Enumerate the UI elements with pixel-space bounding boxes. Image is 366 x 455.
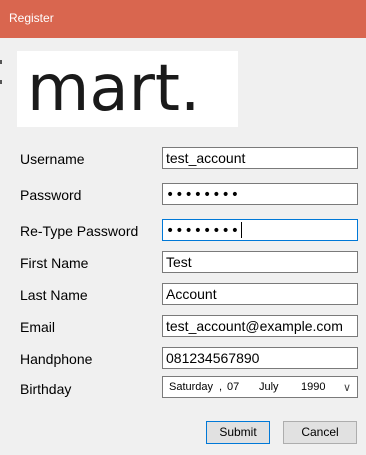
password-value: •••••••• bbox=[166, 187, 241, 203]
title-bar[interactable]: Register bbox=[0, 0, 366, 38]
handphone-field[interactable]: 081234567890 bbox=[162, 347, 358, 369]
retype-password-field[interactable]: •••••••• bbox=[162, 219, 358, 241]
password-field[interactable]: •••••••• bbox=[162, 183, 358, 205]
submit-button[interactable]: Submit bbox=[206, 421, 270, 444]
email-field[interactable]: test_account@example.com bbox=[162, 315, 358, 337]
retype-password-label: Re-Type Password bbox=[20, 223, 139, 239]
last-name-label: Last Name bbox=[20, 287, 88, 303]
username-label: Username bbox=[20, 151, 85, 167]
retype-password-value: •••••••• bbox=[166, 223, 241, 239]
handphone-label: Handphone bbox=[20, 351, 93, 367]
left-edge-mark bbox=[0, 80, 2, 84]
birthday-year[interactable]: 1990 bbox=[301, 381, 325, 393]
logo-text: mart. bbox=[27, 52, 201, 126]
password-label: Password bbox=[20, 187, 82, 203]
first-name-label: First Name bbox=[20, 255, 89, 271]
birthday-day[interactable]: 07 bbox=[227, 381, 239, 393]
email-label: Email bbox=[20, 319, 56, 335]
first-name-field[interactable]: Test bbox=[162, 251, 358, 273]
birthday-weekday[interactable]: Saturday bbox=[169, 381, 213, 393]
logo: mart. bbox=[17, 51, 238, 127]
register-window: Register mart. Username test_account Pas… bbox=[0, 0, 366, 455]
birthday-separator: , bbox=[219, 381, 223, 393]
window-title: Register bbox=[9, 11, 54, 25]
cancel-button[interactable]: Cancel bbox=[283, 421, 357, 444]
birthday-datepicker[interactable]: Saturday , 07 July 1990 ∨ bbox=[162, 376, 358, 398]
birthday-label: Birthday bbox=[20, 381, 72, 397]
last-name-field[interactable]: Account bbox=[162, 283, 358, 305]
left-edge-mark bbox=[0, 60, 2, 64]
chevron-down-icon[interactable]: ∨ bbox=[343, 381, 351, 394]
birthday-month[interactable]: July bbox=[259, 381, 279, 393]
text-caret bbox=[241, 222, 243, 238]
username-field[interactable]: test_account bbox=[162, 147, 358, 169]
